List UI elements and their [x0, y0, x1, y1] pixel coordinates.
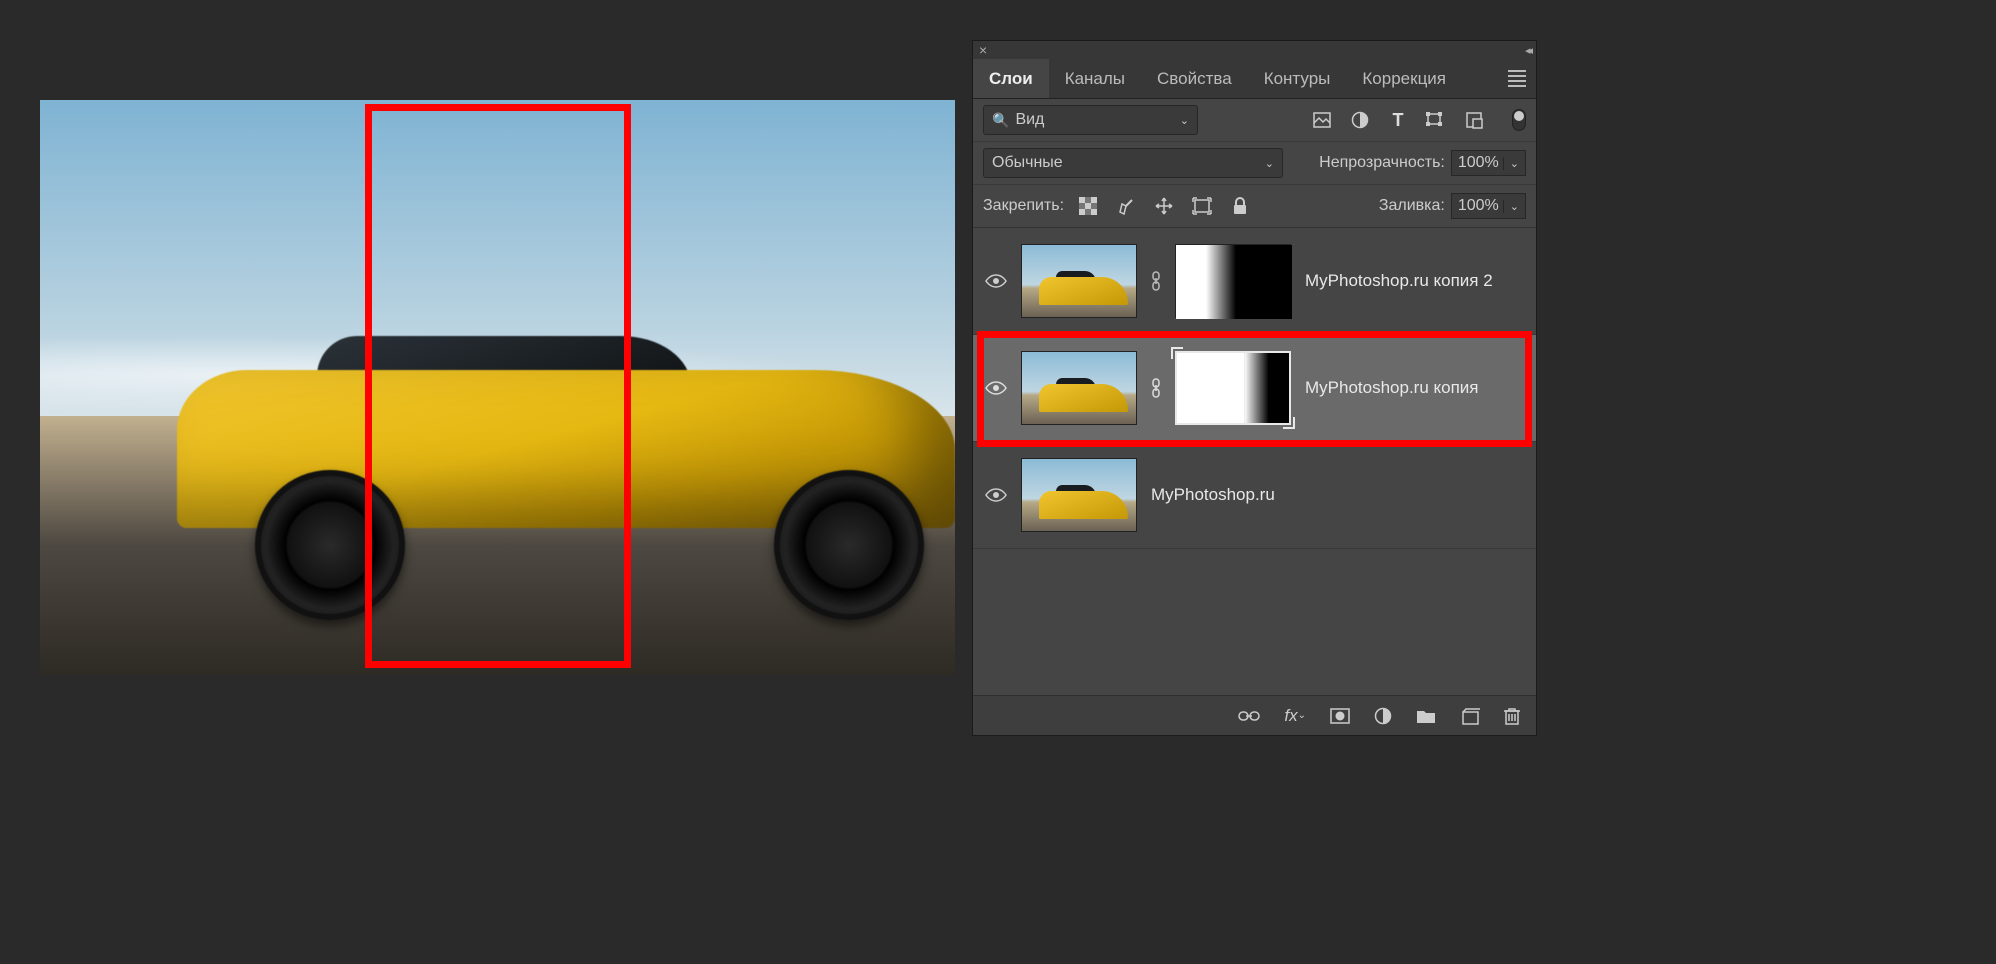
layer-thumbnail[interactable] — [1021, 351, 1137, 425]
link-layers-icon[interactable] — [1238, 709, 1260, 723]
layer-effects-icon[interactable]: fx⌄ — [1284, 706, 1306, 726]
lock-pixels-icon[interactable] — [1116, 196, 1136, 216]
filter-type-icon[interactable]: T — [1388, 110, 1408, 130]
layer-thumbnail[interactable] — [1021, 458, 1137, 532]
fill-value: 100% — [1458, 197, 1499, 215]
layer-mask-thumbnail[interactable] — [1175, 351, 1291, 425]
blend-mode-value: Обычные — [992, 154, 1063, 172]
layer-filter-select[interactable]: 🔍 Вид ⌄ — [983, 105, 1198, 135]
opacity-label: Непрозрачность: — [1319, 154, 1445, 172]
lock-row: Закрепить: Заливка: 100% ⌄ — [973, 185, 1536, 228]
fill-label: Заливка: — [1379, 197, 1445, 215]
fill-input[interactable]: 100% ⌄ — [1451, 193, 1526, 219]
layers-footer: fx⌄ — [973, 695, 1536, 735]
chevron-down-icon: ⌄ — [1180, 114, 1189, 127]
search-icon: 🔍 — [992, 112, 1009, 129]
filter-toggle[interactable] — [1512, 109, 1526, 131]
filter-pixel-icon[interactable] — [1312, 110, 1332, 130]
chevron-down-icon: ⌄ — [1503, 200, 1519, 213]
canvas-car — [177, 319, 955, 607]
layer-name[interactable]: MyPhotoshop.ru — [1151, 485, 1275, 505]
link-mask-icon[interactable] — [1151, 271, 1161, 291]
layer-thumbnail[interactable] — [1021, 244, 1137, 318]
panel-topbar: × ◂◂ — [973, 41, 1536, 59]
filter-adjustment-icon[interactable] — [1350, 110, 1370, 130]
tab-properties[interactable]: Свойства — [1141, 59, 1248, 98]
opacity-value: 100% — [1458, 154, 1499, 172]
tab-paths[interactable]: Контуры — [1248, 59, 1347, 98]
visibility-toggle-icon[interactable] — [985, 377, 1007, 399]
layer-row[interactable]: MyPhotoshop.ru копия 2 — [973, 228, 1536, 335]
group-icon[interactable] — [1416, 708, 1436, 724]
visibility-toggle-icon[interactable] — [985, 270, 1007, 292]
layer-filter-row: 🔍 Вид ⌄ T — [973, 99, 1536, 142]
layer-filter-label: Вид — [1015, 111, 1044, 129]
panel-menu-icon[interactable] — [1498, 70, 1536, 87]
layer-row[interactable]: MyPhotoshop.ru копия — [973, 335, 1536, 442]
add-mask-icon[interactable] — [1330, 708, 1350, 724]
tab-channels[interactable]: Каналы — [1049, 59, 1141, 98]
chevron-down-icon: ⌄ — [1503, 157, 1519, 170]
lock-all-icon[interactable] — [1230, 196, 1250, 216]
delete-layer-icon[interactable] — [1504, 707, 1520, 725]
layer-name[interactable]: MyPhotoshop.ru копия 2 — [1305, 271, 1493, 291]
blend-mode-select[interactable]: Обычные ⌄ — [983, 148, 1283, 178]
link-mask-icon[interactable] — [1151, 378, 1161, 398]
lock-transparency-icon[interactable] — [1078, 196, 1098, 216]
visibility-toggle-icon[interactable] — [985, 484, 1007, 506]
lock-artboard-icon[interactable] — [1192, 196, 1212, 216]
layers-panel: × ◂◂ Слои Каналы Свойства Контуры Коррек… — [972, 40, 1537, 736]
lock-label: Закрепить: — [983, 197, 1064, 215]
tab-adjustments[interactable]: Коррекция — [1346, 59, 1462, 98]
document-canvas[interactable] — [40, 100, 955, 675]
filter-shape-icon[interactable] — [1426, 110, 1446, 130]
close-icon[interactable]: × — [979, 42, 987, 58]
layer-name[interactable]: MyPhotoshop.ru копия — [1305, 378, 1479, 398]
lock-position-icon[interactable] — [1154, 196, 1174, 216]
blend-row: Обычные ⌄ Непрозрачность: 100% ⌄ — [973, 142, 1536, 185]
collapse-icon[interactable]: ◂◂ — [1525, 44, 1530, 57]
layer-row[interactable]: MyPhotoshop.ru — [973, 442, 1536, 549]
panel-tabs: Слои Каналы Свойства Контуры Коррекция — [973, 59, 1536, 99]
chevron-down-icon: ⌄ — [1265, 157, 1274, 170]
tab-layers[interactable]: Слои — [973, 59, 1049, 98]
opacity-input[interactable]: 100% ⌄ — [1451, 150, 1526, 176]
new-layer-icon[interactable] — [1460, 707, 1480, 725]
layers-list: MyPhotoshop.ru копия 2 MyPhotoshop.ru ко… — [973, 228, 1536, 695]
layer-mask-thumbnail[interactable] — [1175, 244, 1291, 318]
filter-smartobject-icon[interactable] — [1464, 110, 1484, 130]
adjustment-layer-icon[interactable] — [1374, 707, 1392, 725]
